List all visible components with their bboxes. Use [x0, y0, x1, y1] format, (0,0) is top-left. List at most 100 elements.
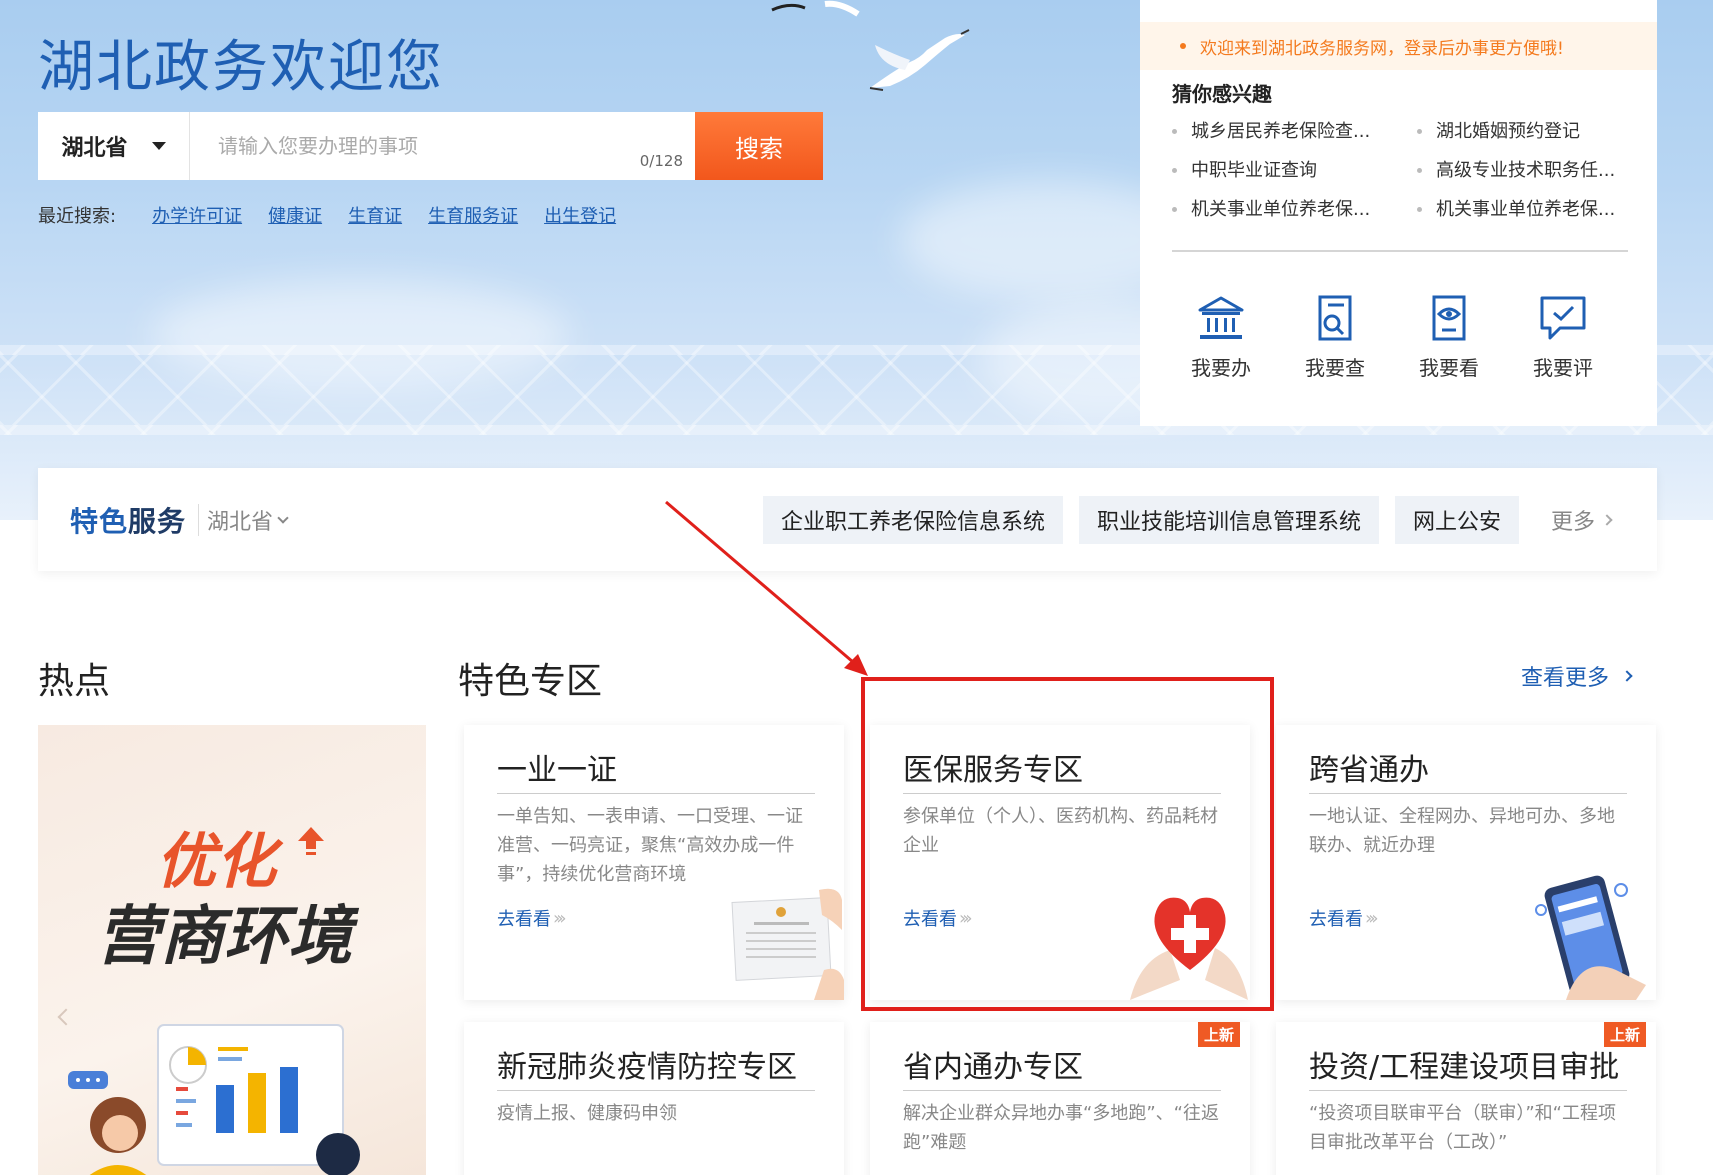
bird-illustration — [771, 0, 860, 17]
feature-region-label: 湖北省 — [207, 509, 274, 535]
card-title: 医保服务专区 — [903, 753, 1083, 788]
zone-section-title: 特色专区 — [458, 661, 603, 702]
panel-divider — [1172, 250, 1628, 252]
card-go-link-label: 去看看 — [1309, 909, 1363, 930]
feature-services-brand: 特色服务 — [70, 500, 186, 540]
double-chevron-icon: ››› — [1365, 907, 1378, 929]
char-count: 0/128 — [639, 152, 683, 170]
quick-action-label: 我要看 — [1419, 356, 1479, 380]
interest-item[interactable]: 机关事业单位养老保... — [1172, 196, 1417, 223]
search-button[interactable]: 搜索 — [695, 112, 823, 180]
card-divider — [1309, 793, 1627, 794]
card-description: 一地认证、全程网办、异地可办、多地联办、就近办理 — [1309, 806, 1615, 856]
recent-search-link[interactable]: 健康证 — [268, 202, 322, 228]
phone-hand-illustration — [1535, 875, 1646, 1000]
view-more-label: 查看更多 — [1521, 666, 1610, 691]
new-badge: 上新 — [1197, 1022, 1240, 1047]
card-divider — [1309, 1090, 1627, 1091]
interest-item[interactable]: 机关事业单位养老保... — [1417, 196, 1632, 223]
caret-down-icon — [151, 142, 166, 150]
chevron-down-icon — [277, 511, 289, 524]
medical-heart-illustration — [1130, 897, 1248, 1000]
card-go-link-label: 去看看 — [497, 909, 551, 930]
zone-card-investment-approval[interactable]: 上新 投资/工程建设项目审批 “投资项目联审平台（联审）”和“工程项目审批改革平… — [1276, 1022, 1656, 1175]
hot-banner[interactable]: 优化 营商环境 — [38, 725, 426, 1175]
card-title: 一业一证 — [497, 753, 617, 788]
welcome-title: 湖北政务欢迎您 — [38, 35, 444, 100]
search-doc-icon — [1318, 295, 1352, 341]
interest-item[interactable]: 湖北婚姻预约登记 — [1417, 118, 1632, 145]
card-title: 跨省通办 — [1309, 753, 1429, 788]
double-chevron-icon: ››› — [553, 907, 566, 929]
zone-card-in-province[interactable]: 上新 省内通办专区 解决企业群众异地办事“多地跑”、“往返跑”难题 — [870, 1022, 1250, 1175]
bullet-dot-icon — [1180, 43, 1186, 49]
quick-actions: 我要办 我要查 我要看 我要评 — [1188, 294, 1596, 381]
card-title: 投资/工程建设项目审批 — [1309, 1050, 1620, 1085]
quick-action-handle[interactable]: 我要办 — [1188, 294, 1254, 381]
login-notice: 欢迎来到湖北政务服务网，登录后办事更方便哦! — [1140, 22, 1657, 70]
zone-card-cross-province[interactable]: 跨省通办 一地认证、全程网办、异地可办、多地联办、就近办理 去看看 ››› — [1276, 725, 1656, 1000]
card-divider — [903, 1090, 1221, 1091]
region-select[interactable]: 湖北省 — [38, 112, 190, 180]
banner-line2: 营商环境 — [96, 900, 352, 974]
feature-link[interactable]: 网上公安 — [1394, 495, 1519, 544]
card-go-link-label: 去看看 — [903, 909, 957, 930]
recent-search-link[interactable]: 办学许可证 — [152, 202, 242, 228]
feature-links: 企业职工养老保险信息系统 职业技能培训信息管理系统 网上公安 更多 — [762, 495, 1613, 544]
card-divider — [497, 793, 815, 794]
quick-action-review[interactable]: 我要评 — [1530, 294, 1596, 381]
card-title: 新冠肺炎疫情防控专区 — [497, 1050, 797, 1085]
search-input[interactable] — [190, 112, 695, 180]
quick-action-label: 我要评 — [1533, 356, 1593, 380]
annotation-arrow — [665, 500, 868, 676]
card-go-link[interactable]: 去看看 ››› — [497, 905, 566, 931]
quick-action-view[interactable]: 我要看 — [1416, 294, 1482, 381]
recent-search-link[interactable]: 生育证 — [348, 202, 402, 228]
zone-card-medical-insurance[interactable]: 医保服务专区 参保单位（个人）、医药机构、药品耗材企业 去看看 ››› — [870, 725, 1250, 1000]
bird-illustration — [869, 29, 970, 91]
license-certificate-illustration — [731, 888, 844, 1000]
card-title: 省内通办专区 — [903, 1050, 1083, 1085]
bank-icon — [1198, 296, 1244, 339]
card-description: “投资项目联审平台（联审）”和“工程项目审批改革平台（工改）” — [1309, 1103, 1616, 1153]
interest-item[interactable]: 高级专业技术职务任... — [1417, 157, 1632, 184]
banner-illustration — [68, 1024, 360, 1175]
card-divider — [497, 1090, 815, 1091]
zone-card-covid-prevention[interactable]: 新冠肺炎疫情防控专区 疫情上报、健康码申领 — [464, 1022, 844, 1175]
card-description: 参保单位（个人）、医药机构、药品耗材企业 — [903, 806, 1218, 856]
card-go-link[interactable]: 去看看 ››› — [1309, 905, 1378, 931]
zone-card-one-license[interactable]: 一业一证 一单告知、一表申请、一口受理、一证准营、一码亮证，聚焦“高效办成一件事… — [464, 725, 844, 1000]
interest-title: 猜你感兴趣 — [1172, 82, 1272, 106]
recent-search-link[interactable]: 生育服务证 — [428, 202, 518, 228]
quick-action-query[interactable]: 我要查 — [1302, 294, 1368, 381]
quick-action-label: 我要办 — [1191, 356, 1251, 380]
feature-brand-part2: 服务 — [128, 504, 187, 538]
interest-item[interactable]: 中职毕业证查询 — [1172, 157, 1417, 184]
interest-item[interactable]: 城乡居民养老保险查... — [1172, 118, 1417, 145]
view-more-link[interactable]: 查看更多 — [1521, 660, 1633, 692]
feature-region-select[interactable]: 湖北省 — [198, 503, 289, 536]
feature-more-label: 更多 — [1550, 509, 1595, 535]
quick-action-label: 我要查 — [1305, 356, 1365, 380]
card-divider — [903, 793, 1221, 794]
card-description: 疫情上报、健康码申领 — [497, 1103, 677, 1124]
chevron-right-icon — [1621, 670, 1633, 682]
recent-search-link[interactable]: 出生登记 — [544, 202, 616, 228]
feature-more-link[interactable]: 更多 — [1550, 504, 1613, 536]
interest-list: 城乡居民养老保险查... 湖北婚姻预约登记 中职毕业证查询 高级专业技术职务任.… — [1172, 118, 1632, 223]
recent-searches: 最近搜索: 办学许可证 健康证 生育证 生育服务证 出生登记 — [38, 202, 616, 228]
login-notice-text: 欢迎来到湖北政务服务网，登录后办事更方便哦! — [1200, 38, 1564, 59]
chevron-right-icon — [1601, 513, 1613, 526]
comment-check-icon — [1540, 296, 1586, 340]
double-chevron-icon: ››› — [959, 907, 972, 929]
card-go-link[interactable]: 去看看 ››› — [903, 905, 972, 931]
card-description: 解决企业群众异地办事“多地跑”、“往返跑”难题 — [903, 1103, 1219, 1153]
region-select-label: 湖北省 — [61, 136, 128, 161]
feature-link[interactable]: 职业技能培训信息管理系统 — [1078, 495, 1379, 544]
hot-section-title: 热点 — [38, 661, 111, 702]
up-arrow-icon — [298, 827, 324, 855]
search-bar: 湖北省 0/128 搜索 — [38, 112, 823, 180]
search-input-wrap: 0/128 — [190, 112, 695, 180]
recent-searches-label: 最近搜索: — [38, 206, 117, 227]
view-doc-icon — [1432, 295, 1466, 341]
